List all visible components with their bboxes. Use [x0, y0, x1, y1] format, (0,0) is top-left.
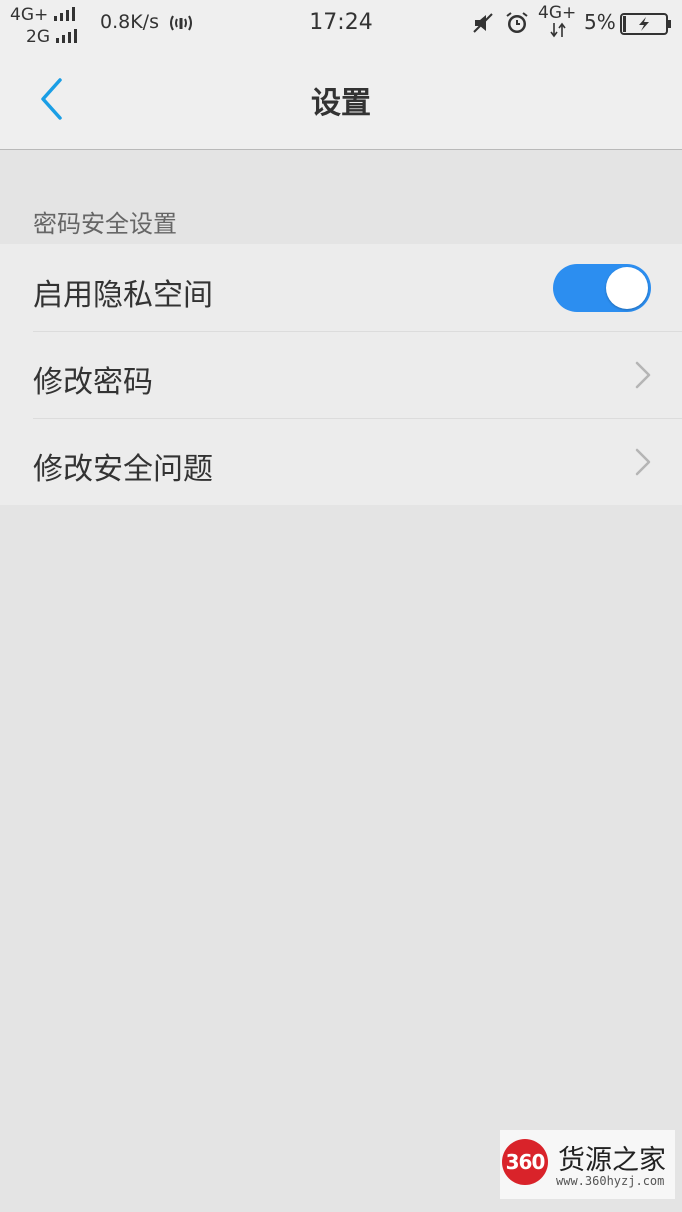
settings-list: 启用隐私空间 修改密码 修改安全问题: [0, 244, 682, 505]
title-bar: 设置: [0, 48, 682, 150]
battery-charging-icon: [620, 13, 672, 35]
row-label: 修改安全问题: [33, 452, 213, 487]
privacy-space-row[interactable]: 启用隐私空间: [0, 244, 682, 331]
watermark-name: 货源之家: [558, 1145, 666, 1176]
row-label: 修改密码: [33, 365, 153, 400]
chevron-left-icon: [41, 78, 62, 120]
page-title: 设置: [311, 86, 371, 121]
section-header: 密码安全设置: [0, 190, 682, 244]
row-label: 启用隐私空间: [33, 278, 213, 313]
status-bar: 4G+ 2G 0.8K/s 17:24 4G+ 5%: [0, 0, 682, 48]
watermark-url: www.360hyzj.com: [556, 1174, 665, 1188]
battery-percent: 5%: [584, 10, 616, 34]
section-title: 密码安全设置: [33, 210, 177, 238]
toggle-knob: [606, 267, 648, 309]
privacy-space-toggle[interactable]: [553, 264, 651, 312]
watermark: 360 货源之家 www.360hyzj.com: [500, 1130, 675, 1199]
mobile-data: 4G+: [538, 3, 580, 43]
alarm-icon: [505, 11, 529, 35]
change-security-question-row[interactable]: 修改安全问题: [0, 418, 682, 505]
data-arrows-icon: [550, 22, 566, 38]
watermark-logo: 360: [502, 1139, 548, 1185]
chevron-right-icon: [635, 448, 651, 476]
back-button[interactable]: [30, 72, 74, 124]
change-password-row[interactable]: 修改密码: [0, 331, 682, 418]
chevron-right-icon: [635, 361, 651, 389]
network-type-data: 4G+: [538, 3, 577, 23]
mute-icon: [472, 12, 494, 34]
